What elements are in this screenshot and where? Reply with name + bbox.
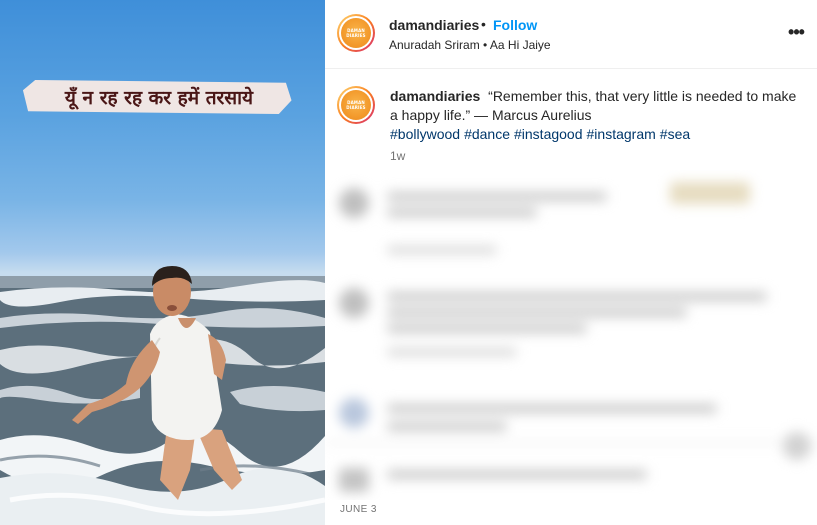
follow-button[interactable]: Follow (493, 17, 537, 33)
hashtag-link[interactable]: #bollywood (390, 126, 460, 142)
avatar-logo: DAMAN DIARIES (341, 90, 371, 120)
post-header: DAMAN DIARIES damandiaries • Follow Anur… (325, 0, 817, 69)
caption-avatar[interactable]: DAMAN DIARIES (337, 86, 375, 124)
post-video[interactable]: यूँ न रह रह कर हमें तरसाये (0, 0, 325, 525)
caption-body: damandiaries “Remember this, that very l… (390, 87, 800, 144)
video-caption-text: यूँ न रह रह कर हमें तरसाये (64, 87, 254, 109)
post-details-panel: DAMAN DIARIES damandiaries • Follow Anur… (325, 0, 817, 525)
separator-dot: • (481, 16, 486, 32)
hashtag-link[interactable]: #instagram (587, 126, 656, 142)
caption-username[interactable]: damandiaries (390, 88, 480, 104)
avatar-logo: DAMAN DIARIES (341, 18, 371, 48)
blurred-comments (325, 170, 817, 500)
avatar[interactable]: DAMAN DIARIES (337, 14, 375, 52)
audio-attribution[interactable]: Anuradah Sriram • Aa Hi Jaiye (389, 38, 551, 52)
hashtag-link[interactable]: #dance (464, 126, 510, 142)
hashtag-list: #bollywood #dance #instagood #instagram #sea (390, 125, 800, 144)
hashtag-link[interactable]: #sea (660, 126, 690, 142)
more-options-icon[interactable]: ••• (786, 22, 806, 42)
header-username[interactable]: damandiaries (389, 17, 479, 33)
beach-scene (0, 266, 325, 525)
hashtag-link[interactable]: #instagood (514, 126, 583, 142)
post-date: JUNE 3 (340, 504, 377, 515)
post-age: 1w (390, 149, 406, 163)
